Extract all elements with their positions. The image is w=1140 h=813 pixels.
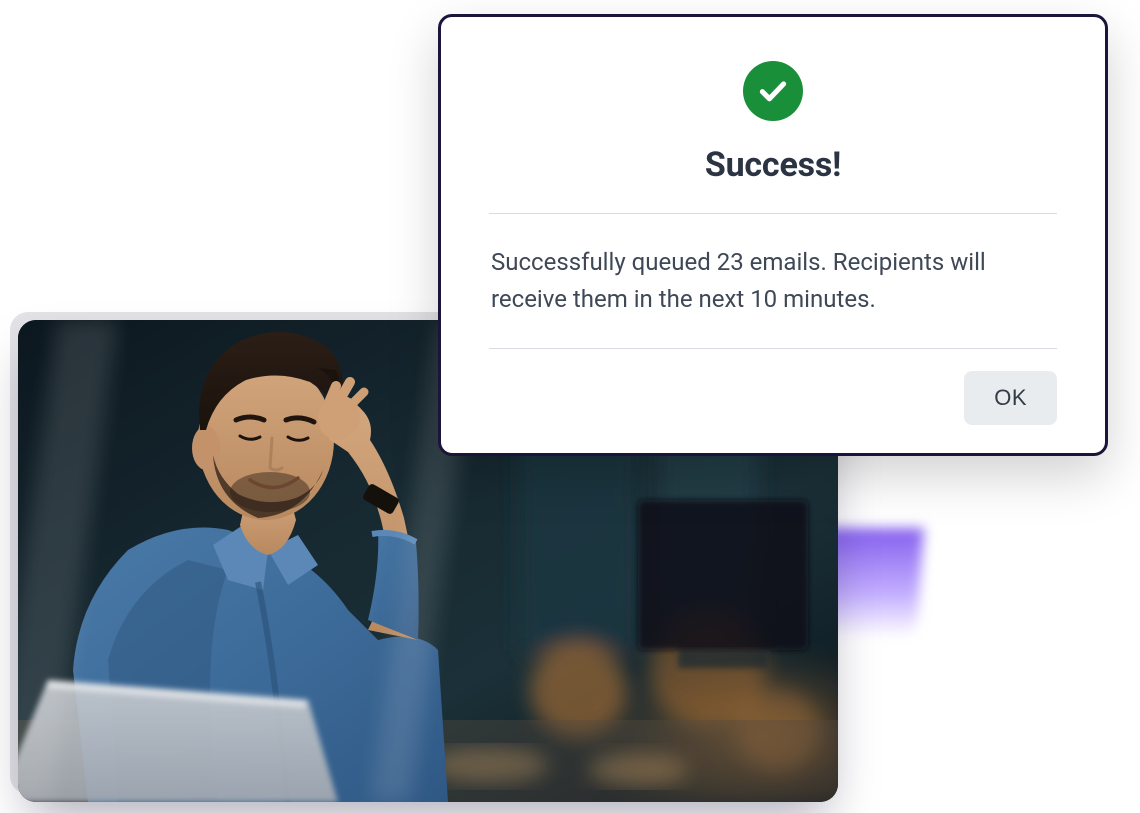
check-circle-icon bbox=[743, 61, 803, 121]
dialog-title: Success! bbox=[489, 145, 1057, 185]
ok-button[interactable]: OK bbox=[964, 371, 1057, 425]
dialog-message: Successfully queued 23 emails. Recipient… bbox=[489, 214, 1057, 348]
success-dialog: Success! Successfully queued 23 emails. … bbox=[438, 14, 1108, 456]
